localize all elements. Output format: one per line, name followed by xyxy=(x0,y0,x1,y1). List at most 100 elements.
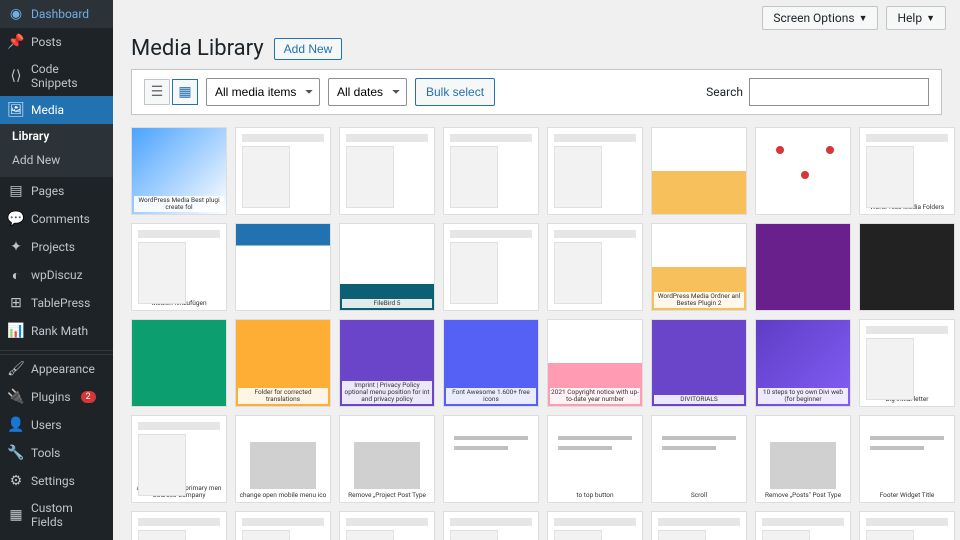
thumbnail-caption: Font Awesome 1.600+ free icons xyxy=(446,388,536,404)
sidebar-item-pages[interactable]: ▤Pages xyxy=(0,177,113,205)
media-thumbnail[interactable] xyxy=(235,127,331,215)
date-filter[interactable]: All dates xyxy=(328,78,407,106)
sidebar-sub-library[interactable]: Library xyxy=(0,124,113,148)
sidebar-label: Projects xyxy=(31,240,75,254)
sidebar-item-media[interactable]: 🖼Media xyxy=(0,96,113,124)
media-thumbnail[interactable] xyxy=(131,319,227,407)
add-new-button[interactable]: Add New xyxy=(274,38,343,60)
bulk-select-button[interactable]: Bulk select xyxy=(415,78,495,106)
sidebar-item-dashboard[interactable]: ◉Dashboard xyxy=(0,0,113,28)
sidebar-item-projects[interactable]: ✦Projects xyxy=(0,233,113,261)
user-icon: 👤 xyxy=(8,417,24,433)
thumbnail-caption: Folder for corrected translations xyxy=(238,388,328,404)
media-thumbnail[interactable]: et Title Footer Wi xyxy=(131,511,227,540)
media-thumbnail[interactable] xyxy=(651,511,747,540)
sidebar-item-comments[interactable]: 💬Comments xyxy=(0,205,113,233)
admin-sidebar: ◉Dashboard 📌 Posts ⟨⟩Code Snippets 🖼Media… xyxy=(0,0,113,540)
media-thumbnail[interactable]: Imprint | Privacy Policy optional menu p… xyxy=(339,319,435,407)
media-thumbnail[interactable] xyxy=(235,223,331,311)
thumbnail-caption: Remove „Posts" Post Type xyxy=(758,491,848,500)
sidebar-item-wpdiscuz[interactable]: ◐wpDiscuz xyxy=(0,261,113,289)
filter-bar: ☰ ▦ All media items All dates Bulk selec… xyxy=(131,69,942,115)
media-thumbnail[interactable] xyxy=(755,127,851,215)
comment-icon: 💬 xyxy=(8,211,24,227)
media-thumbnail[interactable]: WordPress Media Ordner anl Bestes Plugin… xyxy=(651,223,747,311)
media-thumbnail[interactable] xyxy=(235,511,331,540)
media-thumbnail[interactable]: Remove „Project Post Type xyxy=(339,415,435,503)
sidebar-label: Settings xyxy=(31,474,75,488)
sidebar-item-tablepress[interactable]: ⊞TablePress xyxy=(0,289,113,317)
sidebar-item-custom-fields[interactable]: ▦Custom Fields xyxy=(0,495,113,535)
media-thumbnail[interactable]: add „new" tag to primary men Courses Com… xyxy=(131,415,227,503)
fields-icon: ▦ xyxy=(8,507,24,523)
media-thumbnail[interactable] xyxy=(547,511,643,540)
sidebar-item-users[interactable]: 👤 Users xyxy=(0,411,113,439)
search-input[interactable] xyxy=(749,78,929,106)
media-thumbnail[interactable] xyxy=(443,127,539,215)
media-thumbnail[interactable]: Medien hinzufügen xyxy=(131,223,227,311)
media-thumbnail[interactable]: Folder for corrected translations xyxy=(235,319,331,407)
thumbnail-caption: WordPress Media Best plugi create fol xyxy=(134,196,224,212)
thumbnail-caption: Footer Widget Title xyxy=(862,491,952,500)
sidebar-item-plugins[interactable]: 🔌Plugins2 xyxy=(0,383,113,411)
thumbnail-caption: Scroll xyxy=(654,491,744,500)
plugin-icon: 🔌 xyxy=(8,389,24,405)
media-thumbnail[interactable] xyxy=(651,127,747,215)
sidebar-label: Dashboard xyxy=(31,7,89,21)
media-thumbnail[interactable]: Big initial letter xyxy=(859,319,955,407)
media-thumbnail[interactable]: FileBird 5 xyxy=(339,223,435,311)
media-thumbnail[interactable]: play Primary Menu Link as Bu xyxy=(755,511,851,540)
media-thumbnail[interactable]: Services ▾ xyxy=(859,511,955,540)
update-badge: 2 xyxy=(81,391,96,403)
media-thumbnail[interactable]: Footer Widget Title xyxy=(859,415,955,503)
sidebar-label: Rank Math xyxy=(31,324,88,338)
media-thumbnail[interactable]: DIVITORIALS xyxy=(651,319,747,407)
top-bar: Screen Options▼ Help▼ xyxy=(113,0,960,36)
pin-icon: 📌 xyxy=(8,34,24,50)
sidebar-item-code-snippets[interactable]: ⟨⟩Code Snippets xyxy=(0,56,113,96)
media-thumbnail[interactable] xyxy=(443,415,539,503)
wpdiscuz-icon: ◐ xyxy=(8,267,24,283)
media-thumbnail[interactable] xyxy=(547,223,643,311)
sidebar-label: TablePress xyxy=(31,296,90,310)
screen-options-button[interactable]: Screen Options▼ xyxy=(762,6,878,30)
media-thumbnail[interactable] xyxy=(755,223,851,311)
media-thumbnail[interactable]: WordPress Media Best plugi create fol xyxy=(131,127,227,215)
grid-view-button[interactable]: ▦ xyxy=(172,79,198,105)
thumbnail-caption: change open mobile menu ico xyxy=(238,491,328,500)
sidebar-sub-add-new[interactable]: Add New xyxy=(0,148,113,177)
media-thumbnail[interactable] xyxy=(339,127,435,215)
media-thumbnail[interactable]: Scroll xyxy=(651,415,747,503)
thumbnail-caption: add „new" tag to primary men Courses Com… xyxy=(134,484,224,500)
media-thumbnail[interactable] xyxy=(547,127,643,215)
sidebar-item-rankmath[interactable]: 📊Rank Math xyxy=(0,317,113,345)
media-thumbnail[interactable]: change open mobile menu ico xyxy=(235,415,331,503)
media-thumbnail[interactable]: 10 steps to yo own Divi web (for beginne… xyxy=(755,319,851,407)
media-thumbnail[interactable]: Remove „Posts" Post Type xyxy=(755,415,851,503)
media-thumbnail[interactable] xyxy=(443,511,539,540)
media-thumbnail[interactable]: Blurb Title xyxy=(339,511,435,540)
thumbnail-caption: WordPress Media Ordner anl Bestes Plugin… xyxy=(654,292,744,308)
thumbnail-caption: Imprint | Privacy Policy optional menu p… xyxy=(342,381,432,404)
media-thumbnail[interactable]: Font Awesome 1.600+ free icons xyxy=(443,319,539,407)
thumbnail-caption: Remove „Project Post Type xyxy=(342,491,432,500)
gear-icon: ⚙ xyxy=(8,473,24,489)
media-type-filter[interactable]: All media items xyxy=(206,78,320,106)
search-wrap: Search xyxy=(706,78,929,106)
help-button[interactable]: Help▼ xyxy=(886,6,946,30)
sidebar-item-appearance[interactable]: 🖌Appearance xyxy=(0,355,113,383)
media-thumbnail[interactable] xyxy=(859,223,955,311)
media-thumbnail[interactable]: 2021 Copyright notice with up-to-date ye… xyxy=(547,319,643,407)
sidebar-label: Tools xyxy=(31,446,60,460)
sidebar-item-tools[interactable]: 🔧Tools xyxy=(0,439,113,467)
media-thumbnail[interactable]: to top button xyxy=(547,415,643,503)
thumbnail-caption: FileBird 5 xyxy=(342,299,432,308)
media-thumbnail[interactable] xyxy=(443,223,539,311)
sidebar-label: Users xyxy=(31,418,62,432)
list-view-button[interactable]: ☰ xyxy=(144,79,170,105)
sidebar-label: Posts xyxy=(31,35,62,49)
media-thumbnail[interactable]: WordPress Media Folders xyxy=(859,127,955,215)
sidebar-item-posts[interactable]: 📌 Posts xyxy=(0,28,113,56)
sidebar-item-filters[interactable]: ▼Filters xyxy=(0,535,113,540)
sidebar-item-settings[interactable]: ⚙ Settings xyxy=(0,467,113,495)
